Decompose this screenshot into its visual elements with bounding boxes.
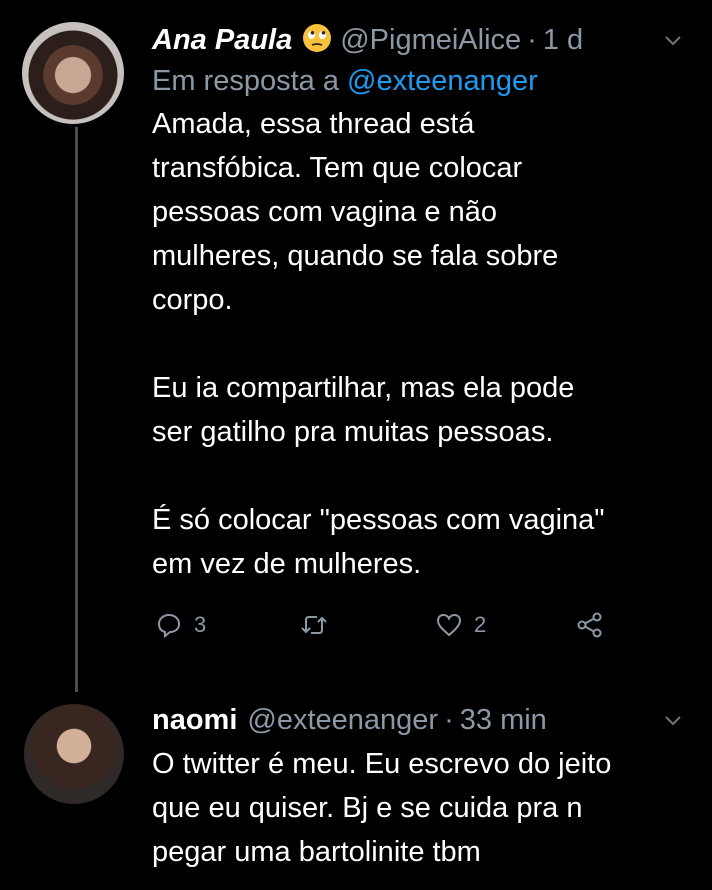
reply-prefix: Em resposta a (152, 65, 339, 97)
retweet-icon (300, 612, 328, 638)
meta-separator: · (527, 24, 537, 56)
tweet-original[interactable]: Ana Paula @PigmeiAlice · 1 d Em resposta… (152, 18, 690, 652)
display-name[interactable]: Ana Paula (152, 18, 292, 62)
timestamp[interactable]: 1 d (543, 18, 583, 62)
chevron-down-icon[interactable] (664, 18, 682, 62)
tweet-header: Ana Paula @PigmeiAlice · 1 d (152, 18, 690, 62)
avatar[interactable] (24, 704, 124, 804)
timestamp[interactable]: 33 min (460, 698, 547, 742)
user-handle[interactable]: @exteenanger (247, 698, 438, 742)
chevron-down-icon[interactable] (664, 698, 682, 742)
retweet-button[interactable] (300, 612, 340, 638)
avatar[interactable] (22, 22, 124, 124)
reply-icon (156, 612, 182, 638)
tweet-text: Amada, essa thread está transfóbica. Tem… (152, 108, 605, 580)
reply-count: 3 (194, 612, 207, 637)
tweet-header: naomi @exteenanger · 33 min (152, 698, 690, 742)
share-button[interactable] (576, 612, 604, 638)
share-icon (576, 612, 604, 638)
like-button[interactable]: 2 (436, 612, 486, 638)
reply-button[interactable]: 3 (156, 612, 206, 638)
display-name[interactable]: naomi (152, 698, 237, 742)
reply-mention-link[interactable]: @exteenanger (347, 65, 538, 97)
meta-separator: · (444, 704, 454, 736)
heart-icon (436, 613, 462, 637)
user-handle[interactable]: @PigmeiAlice (340, 18, 521, 62)
thread-connector-line (75, 127, 78, 692)
tweet-reply[interactable]: naomi @exteenanger · 33 min O twitter é … (152, 698, 690, 874)
tweet-text: O twitter é meu. Eu escrevo do jeito que… (152, 748, 612, 868)
like-count: 2 (474, 612, 487, 637)
tweet-actions: 3 2 (152, 612, 690, 652)
face-with-rolling-eyes-emoji-icon (302, 22, 332, 52)
reply-context: Em resposta a @exteenanger (152, 62, 690, 100)
